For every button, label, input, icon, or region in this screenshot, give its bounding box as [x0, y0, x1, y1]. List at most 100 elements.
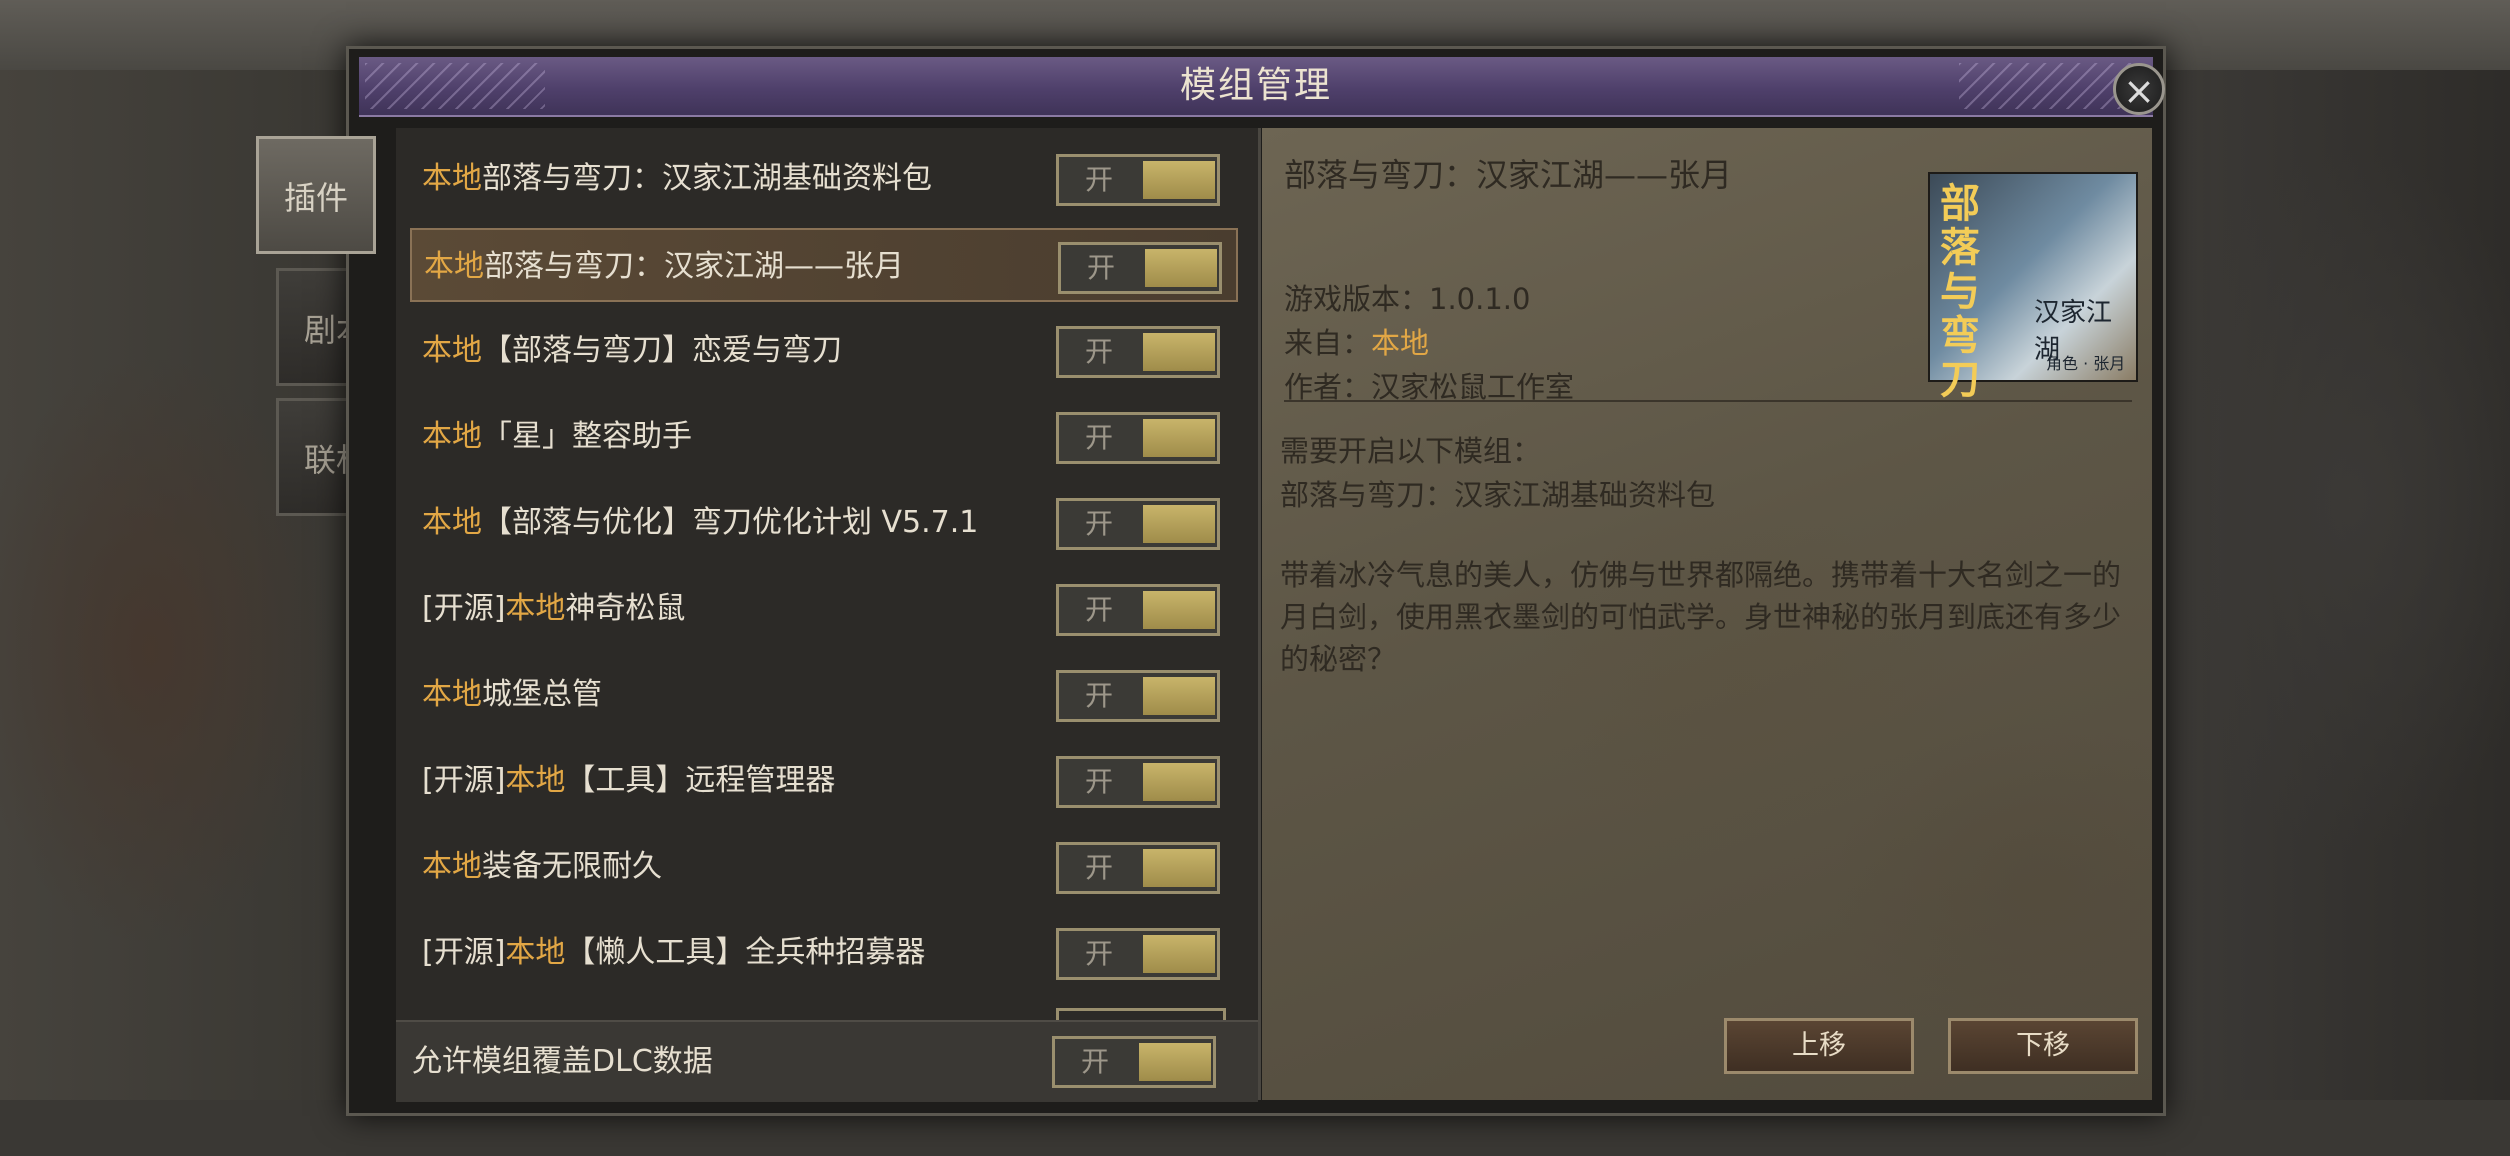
- tab-plugins-label: 插件: [283, 179, 348, 217]
- toggle-knob: [1143, 677, 1215, 715]
- source-value: 本地: [1371, 326, 1430, 360]
- mod-row[interactable]: 本地部落与弯刀：汉家江湖基础资料包 开: [410, 142, 1238, 216]
- mod-source-tag: 本地: [505, 763, 566, 798]
- requires-label: 需要开启以下模组：: [1280, 434, 1542, 468]
- mod-toggle[interactable]: 开: [1056, 412, 1220, 464]
- detail-mod-name: 部落与弯刀：汉家江湖——张月: [1284, 156, 1733, 194]
- mod-source-tag: 本地: [422, 333, 482, 368]
- mod-row[interactable]: 本地城堡总管 开: [410, 658, 1238, 732]
- toggle-text: 开: [1084, 421, 1113, 454]
- dlc-override-footer: 允许模组覆盖DLC数据 开: [396, 1020, 1258, 1102]
- mod-label: 本地「星」整容助手: [422, 400, 692, 474]
- toggle-knob: [1143, 161, 1215, 199]
- mod-label: 本地部落与弯刀：汉家江湖——张月: [424, 230, 904, 304]
- mod-toggle[interactable]: 开: [1056, 498, 1220, 550]
- toggle-text: 开: [1084, 937, 1113, 970]
- mod-name: 部落与弯刀：汉家江湖基础资料包: [482, 161, 932, 196]
- mod-toggle[interactable]: 开: [1056, 756, 1220, 808]
- mod-source-tag: 本地: [422, 419, 482, 454]
- mod-source-tag: 本地: [424, 249, 484, 284]
- mod-row[interactable]: 本地【部落与优化】弯刀优化计划 V5.7.1 开: [410, 486, 1238, 560]
- toggle-knob: [1145, 249, 1217, 287]
- title-bar: 模组管理 ×: [359, 57, 2165, 117]
- mod-prefix: [开源]: [422, 763, 506, 798]
- toggle-text: 开: [1084, 163, 1113, 196]
- toggle-knob: [1143, 419, 1215, 457]
- mod-toggle[interactable]: 开: [1056, 842, 1220, 894]
- mod-source-tag: 本地: [422, 505, 482, 540]
- mod-description: 带着冰冷气息的美人，仿佛与世界都隔绝。携带着十大名剑之一的月白剑，使用黑衣墨剑的…: [1280, 558, 2122, 676]
- mod-label: [开源]本地【工具】远程管理器: [422, 744, 835, 818]
- mod-label: 本地【部落与弯刀】恋爱与弯刀: [422, 314, 842, 388]
- mod-name: 【懒人工具】全兵种招募器: [565, 935, 926, 970]
- mod-label: 本地装备无限耐久: [422, 830, 662, 904]
- mod-source-tag: 本地: [505, 591, 566, 626]
- move-up-button[interactable]: 上移: [1724, 1018, 1914, 1074]
- mod-name: 【部落与优化】弯刀优化计划 V5.7.1: [482, 505, 979, 540]
- mod-label: 本地城堡总管: [422, 658, 602, 732]
- toggle-text: 开: [1084, 765, 1113, 798]
- detail-source: 来自：本地: [1284, 320, 1429, 362]
- mod-name: 城堡总管: [482, 677, 602, 712]
- version-label: 游戏版本：: [1284, 282, 1430, 316]
- toggle-knob: [1143, 849, 1215, 887]
- toggle-text: 开: [1084, 335, 1113, 368]
- dlc-override-label: 允许模组覆盖DLC数据: [412, 1044, 713, 1079]
- toggle-text: 开: [1084, 679, 1113, 712]
- mod-detail-panel: 部落与弯刀：汉家江湖——张月 游戏版本：1.0.1.0 来自：本地 作者：汉家松…: [1262, 128, 2152, 1100]
- detail-version: 游戏版本：1.0.1.0: [1284, 276, 1530, 318]
- tab-plugins[interactable]: 插件: [256, 136, 376, 254]
- mod-prefix: [开源]: [422, 591, 506, 626]
- mod-row[interactable]: [开源]本地神奇松鼠 开: [410, 572, 1238, 646]
- mod-toggle[interactable]: 开: [1056, 928, 1220, 980]
- mod-source-tag: 本地: [422, 161, 482, 196]
- mod-row[interactable]: [开源]本地【懒人工具】全兵种招募器 开: [410, 916, 1238, 990]
- dlc-override-toggle[interactable]: 开: [1052, 1036, 1216, 1088]
- mod-row-selected[interactable]: 本地部落与弯刀：汉家江湖——张月 开: [410, 228, 1238, 302]
- toggle-knob: [1139, 1043, 1211, 1081]
- dialog-title: 模组管理: [1179, 65, 1332, 106]
- toggle-knob: [1143, 935, 1215, 973]
- version-value: 1.0.1.0: [1429, 282, 1531, 316]
- mod-name: 【部落与弯刀】恋爱与弯刀: [482, 333, 842, 368]
- mod-source-tag: 本地: [422, 849, 482, 884]
- mod-label: [开源]本地神奇松鼠: [422, 572, 685, 646]
- detail-divider: [1284, 400, 2132, 402]
- mod-source-tag: 本地: [422, 677, 482, 712]
- toggle-text: 开: [1084, 851, 1113, 884]
- mod-row[interactable]: 本地【部落与弯刀】恋爱与弯刀 开: [410, 314, 1238, 388]
- close-icon[interactable]: ×: [2113, 63, 2165, 115]
- mod-toggle[interactable]: 开: [1058, 242, 1222, 294]
- mod-toggle[interactable]: 开: [1056, 154, 1220, 206]
- mod-label: [开源]本地【懒人工具】全兵种招募器: [422, 916, 925, 990]
- move-down-button[interactable]: 下移: [1948, 1018, 2138, 1074]
- mod-name: 「星」整容助手: [482, 419, 692, 454]
- mod-label: 本地【部落与优化】弯刀优化计划 V5.7.1: [422, 486, 978, 560]
- mod-name: 装备无限耐久: [482, 849, 662, 884]
- mod-label: 本地部落与弯刀：汉家江湖基础资料包: [422, 142, 932, 216]
- mod-toggle[interactable]: 开: [1056, 670, 1220, 722]
- mod-row[interactable]: 本地「星」整容助手 开: [410, 400, 1238, 474]
- toggle-knob: [1143, 333, 1215, 371]
- mod-toggle[interactable]: 开: [1056, 584, 1220, 636]
- toggle-knob: [1143, 591, 1215, 629]
- mod-name: 部落与弯刀：汉家江湖——张月: [484, 249, 904, 284]
- mod-toggle[interactable]: 开: [1056, 326, 1220, 378]
- author-value: 汉家松鼠工作室: [1371, 370, 1575, 404]
- cover-caption: 角色 · 张月: [2046, 354, 2126, 373]
- toggle-text: 开: [1084, 593, 1113, 626]
- mod-source-tag: 本地: [505, 935, 566, 970]
- mod-row[interactable]: [开源]本地【工具】远程管理器 开: [410, 744, 1238, 818]
- mod-list-panel: 本地部落与弯刀：汉家江湖基础资料包 开 本地部落与弯刀：汉家江湖——张月 开 本…: [396, 128, 1261, 1102]
- toggle-text: 开: [1086, 251, 1115, 284]
- mod-name: 神奇松鼠: [565, 591, 686, 626]
- mod-name: 【工具】远程管理器: [565, 763, 836, 798]
- toggle-knob: [1143, 763, 1215, 801]
- mod-row[interactable]: 本地装备无限耐久 开: [410, 830, 1238, 904]
- requires-mod: 部落与弯刀：汉家江湖基础资料包: [1280, 478, 1716, 512]
- author-label: 作者：: [1284, 370, 1372, 404]
- cover-title: 部落与弯刀: [1940, 180, 1980, 403]
- toggle-knob: [1143, 505, 1215, 543]
- toggle-text: 开: [1080, 1045, 1109, 1078]
- mod-prefix: [开源]: [422, 935, 506, 970]
